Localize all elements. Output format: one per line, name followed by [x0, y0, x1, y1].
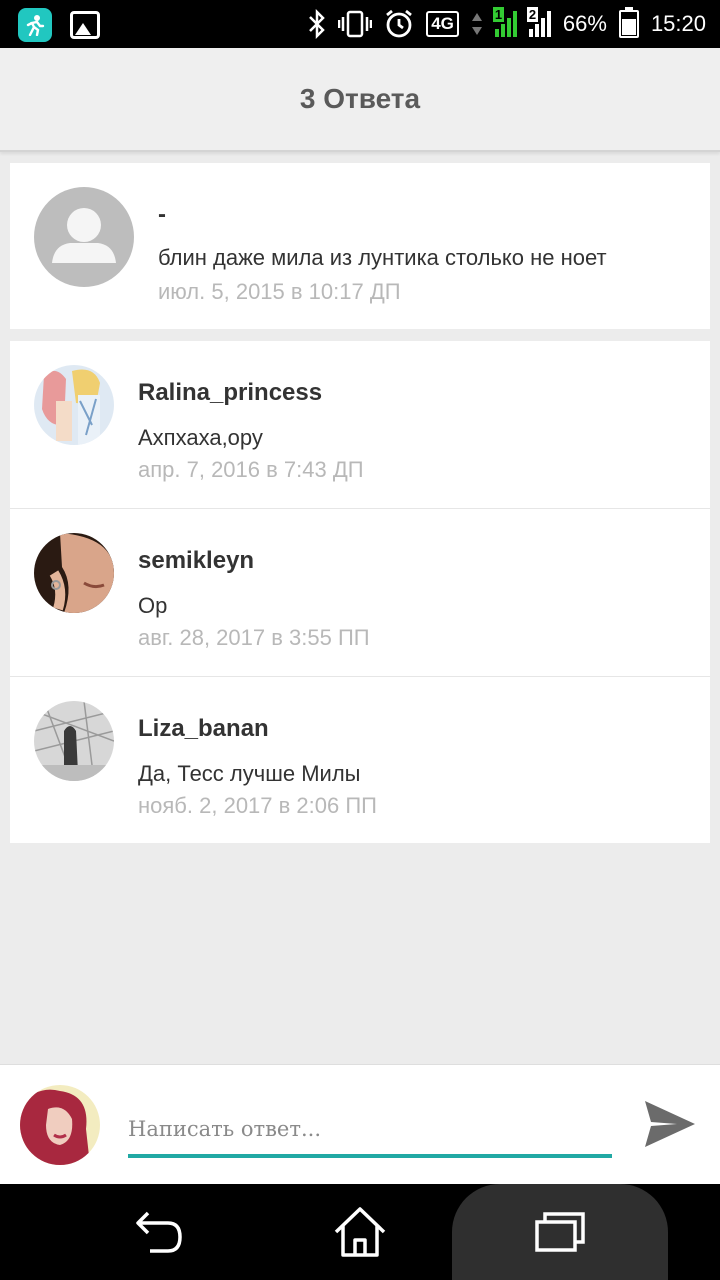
- reply-author[interactable]: semikleyn: [138, 547, 254, 575]
- reply-author[interactable]: Ralina_princess: [138, 379, 322, 407]
- back-icon: [136, 1211, 182, 1253]
- data-arrows-icon: [471, 11, 483, 37]
- default-avatar-icon[interactable]: [34, 187, 134, 287]
- list-item: Liza_banan Да, Тесс лучше Милы нояб. 2, …: [10, 677, 710, 845]
- list-item: Ralina_princess Ахпхаха,ору апр. 7, 2016…: [10, 341, 710, 509]
- bluetooth-icon: [308, 9, 326, 39]
- vibrate-icon: [338, 10, 373, 38]
- reply-text: Ор: [138, 593, 168, 618]
- home-button[interactable]: [300, 1184, 420, 1280]
- send-icon: [645, 1101, 695, 1147]
- page-title: 3 Ответа: [299, 83, 421, 114]
- list-item: semikleyn Ор авг. 28, 2017 в 3:55 ПП: [10, 509, 710, 677]
- comment-date: июл. 5, 2015 в 10:17 ДП: [158, 279, 401, 304]
- recent-apps-icon: [535, 1212, 585, 1252]
- sim2-signal-icon: 2: [526, 7, 551, 37]
- home-icon: [334, 1207, 386, 1257]
- comment-author[interactable]: -: [158, 201, 166, 229]
- battery-icon: [618, 7, 639, 38]
- avatar[interactable]: [34, 701, 114, 781]
- reply-date: авг. 28, 2017 в 3:55 ПП: [138, 625, 370, 650]
- battery-percent: 66%: [562, 11, 607, 36]
- sim1-signal-icon: 1: [492, 7, 517, 37]
- replies-list: Ralina_princess Ахпхаха,ору апр. 7, 2016…: [10, 341, 710, 843]
- reply-text: Ахпхаха,ору: [138, 425, 263, 450]
- reply-author[interactable]: Liza_banan: [138, 715, 269, 743]
- status-bar: 4G 1 2 66% 15:20: [0, 0, 720, 48]
- clock: 15:20: [650, 11, 706, 36]
- my-avatar[interactable]: [20, 1085, 100, 1165]
- alarm-icon: [384, 9, 414, 39]
- reply-date: апр. 7, 2016 в 7:43 ДП: [138, 457, 364, 482]
- avatar[interactable]: [34, 533, 114, 613]
- original-comment-card: - блин даже мила из лунтика столько не н…: [10, 163, 710, 329]
- comment-text: блин даже мила из лунтика столько не ное…: [158, 245, 607, 270]
- send-button[interactable]: [640, 1096, 700, 1152]
- back-button[interactable]: [100, 1184, 220, 1280]
- reply-date: нояб. 2, 2017 в 2:06 ПП: [138, 793, 377, 818]
- system-nav-bar: [0, 1184, 720, 1280]
- reply-text: Да, Тесс лучше Милы: [138, 761, 361, 786]
- app-header: 3 Ответа: [0, 48, 720, 152]
- reply-input[interactable]: [128, 1104, 612, 1158]
- gallery-notification-icon: [70, 11, 100, 39]
- network-type-badge: 4G: [426, 11, 459, 37]
- avatar[interactable]: [34, 365, 114, 445]
- recent-apps-button[interactable]: [500, 1184, 620, 1280]
- runner-app-icon: [18, 8, 52, 42]
